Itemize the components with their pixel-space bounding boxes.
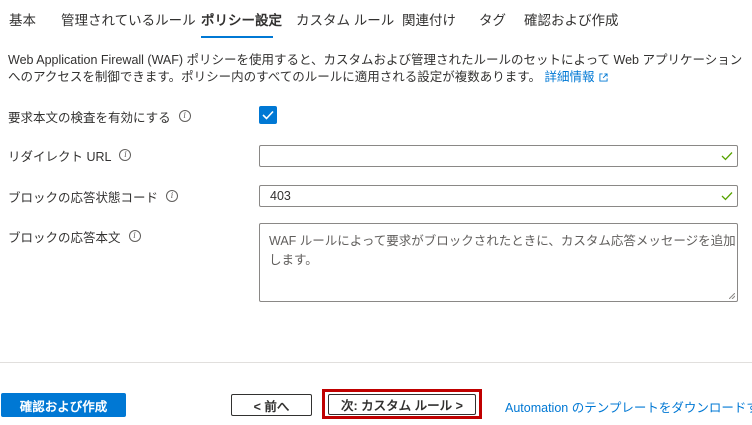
block-status-label: ブロックの応答状態コード i bbox=[8, 187, 179, 205]
external-link-icon bbox=[598, 73, 608, 82]
resize-grip-icon[interactable] bbox=[729, 293, 735, 299]
previous-button[interactable]: < 前へ bbox=[231, 394, 312, 416]
download-automation-template-link[interactable]: Automation のテンプレートをダウンロードする bbox=[505, 397, 752, 416]
tab-custom-rules[interactable]: カスタム ルール bbox=[296, 12, 394, 30]
tab-managed-rules[interactable]: 管理されているルール bbox=[61, 12, 196, 30]
tab-tags[interactable]: タグ bbox=[479, 12, 506, 30]
policy-description: Web Application Firewall (WAF) ポリシーを使用する… bbox=[8, 52, 748, 86]
tab-review-create[interactable]: 確認および作成 bbox=[524, 12, 619, 30]
block-body-textarea[interactable]: WAF ルールによって要求がブロックされたときに、カスタム応答メッセージを追加し… bbox=[259, 223, 738, 302]
checkmark-icon bbox=[262, 110, 274, 120]
info-icon[interactable]: i bbox=[178, 110, 191, 122]
inspect-body-checkbox[interactable] bbox=[259, 106, 277, 124]
tab-basics[interactable]: 基本 bbox=[9, 12, 36, 30]
next-button[interactable]: 次: カスタム ルール > bbox=[328, 394, 476, 415]
learn-more-link[interactable]: 詳細情報 bbox=[545, 70, 608, 84]
redirect-url-label: リダイレクト URL i bbox=[8, 146, 132, 164]
valid-check-icon bbox=[721, 152, 733, 161]
info-icon[interactable]: i bbox=[128, 230, 141, 242]
valid-check-icon bbox=[721, 192, 733, 201]
footer-divider bbox=[0, 362, 752, 363]
active-tab-indicator bbox=[201, 36, 273, 38]
info-icon[interactable]: i bbox=[119, 149, 132, 161]
block-body-placeholder: WAF ルールによって要求がブロックされたときに、カスタム応答メッセージを追加し… bbox=[269, 234, 736, 267]
wizard-tabs: 基本 管理されているルール ポリシー設定 カスタム ルール 関連付け タグ 確認… bbox=[0, 0, 752, 40]
description-text: Web Application Firewall (WAF) ポリシーを使用する… bbox=[8, 53, 743, 84]
block-body-label: ブロックの応答本文 i bbox=[8, 227, 141, 245]
redirect-url-input[interactable] bbox=[259, 145, 738, 167]
block-status-input[interactable]: 403 bbox=[259, 185, 738, 207]
tab-policy-settings[interactable]: ポリシー設定 bbox=[201, 12, 282, 30]
block-status-value: 403 bbox=[270, 189, 291, 203]
inspect-body-label: 要求本文の検査を有効にする i bbox=[8, 107, 191, 125]
info-icon[interactable]: i bbox=[166, 190, 179, 202]
review-create-button[interactable]: 確認および作成 bbox=[1, 393, 126, 417]
tab-association[interactable]: 関連付け bbox=[402, 12, 456, 30]
